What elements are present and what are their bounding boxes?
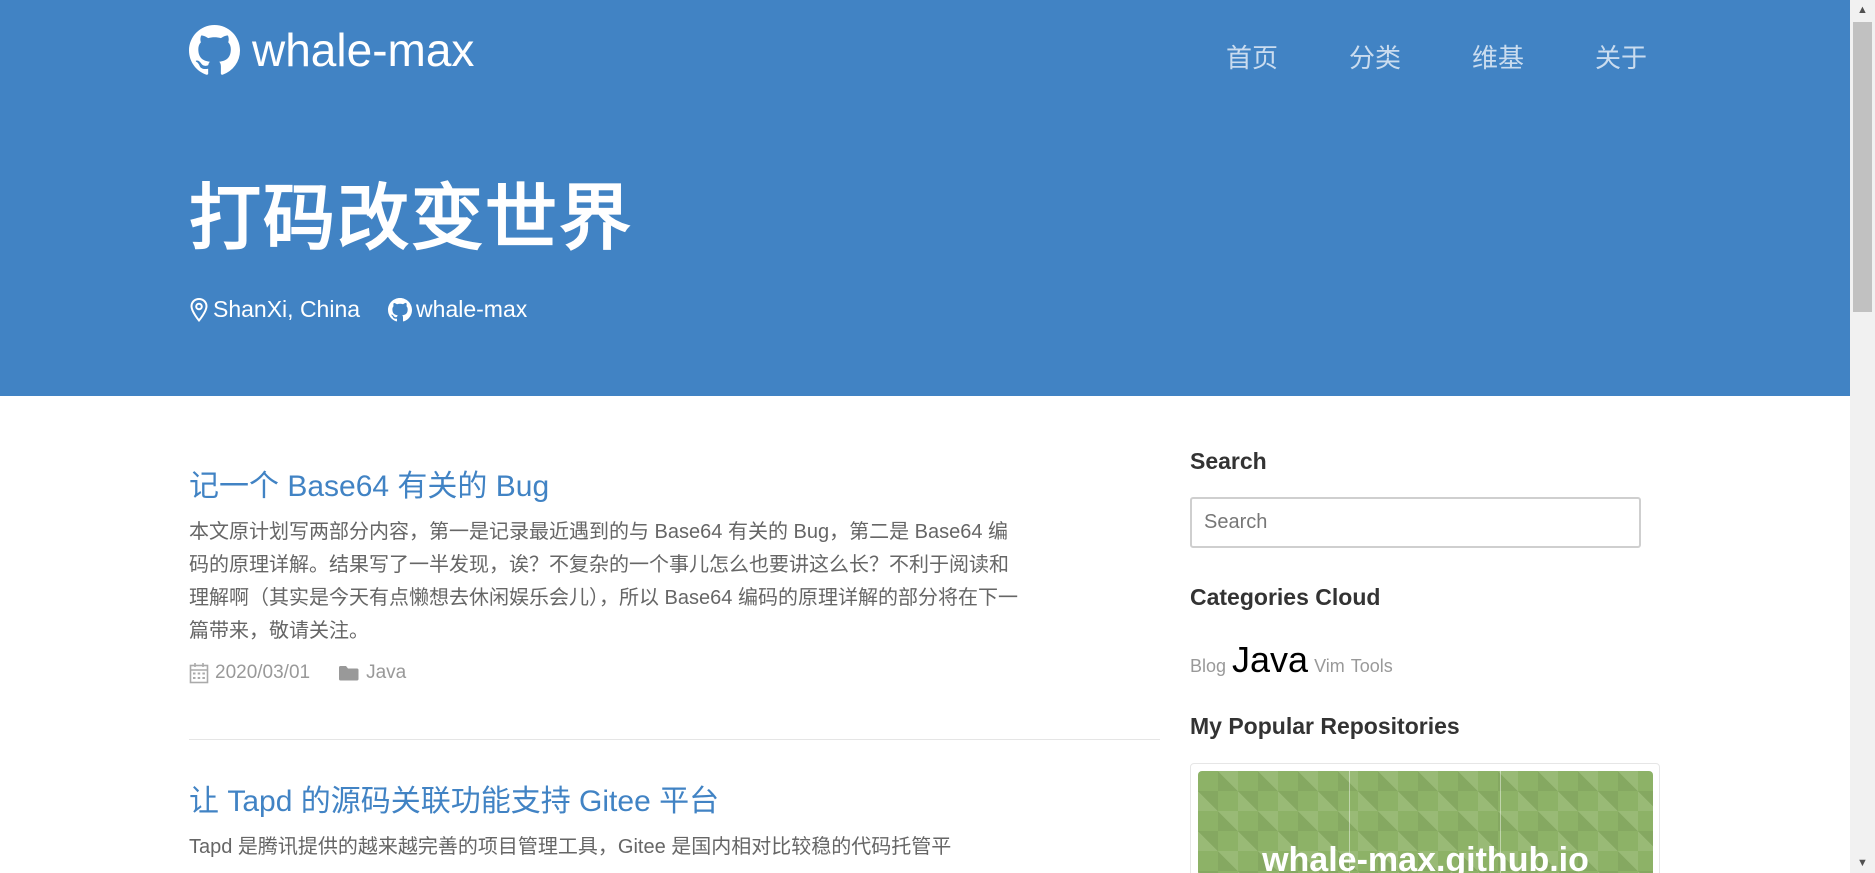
- profile-meta: ShanXi, China whale-max: [189, 296, 555, 323]
- brand-name: whale-max: [252, 24, 475, 76]
- scroll-thumb[interactable]: [1853, 22, 1872, 312]
- post-title-link[interactable]: 记一个 Base64 有关的 Bug: [189, 468, 1160, 506]
- categories-heading: Categories Cloud: [1190, 584, 1381, 610]
- nav-home[interactable]: 首页: [1226, 40, 1278, 76]
- categories-cloud: Blog Java Vim Tools: [1190, 639, 1399, 681]
- nav-categories[interactable]: 分类: [1349, 40, 1401, 76]
- calendar-icon: [189, 663, 209, 684]
- category-vim[interactable]: Vim: [1314, 656, 1345, 677]
- github-username: whale-max: [416, 296, 528, 322]
- category-blog[interactable]: Blog: [1190, 656, 1226, 677]
- site-header: whale-max 首页 分类 维基 关于 打码改变世界 ShanXi, Chi…: [0, 0, 1850, 396]
- repo-name: whale-max.github.io: [1262, 841, 1589, 873]
- github-icon: [388, 297, 413, 321]
- github-profile-link[interactable]: whale-max: [388, 296, 527, 323]
- post-excerpt: Tapd 是腾讯提供的越来越完善的项目管理工具，Gitee 是国内相对比较稳的代…: [189, 836, 952, 858]
- location-pin-icon: [190, 297, 208, 322]
- post-category-text: Java: [366, 662, 407, 683]
- github-logo-icon: [189, 24, 240, 75]
- category-tools[interactable]: Tools: [1351, 656, 1393, 677]
- main-nav: 首页 分类 维基 关于: [1155, 40, 1647, 76]
- scroll-down-icon[interactable]: ▼: [1850, 853, 1875, 873]
- location: ShanXi, China: [189, 296, 360, 323]
- brand-link[interactable]: whale-max: [189, 24, 474, 76]
- post-title-link[interactable]: 让 Tapd 的源码关联功能支持 Gitee 平台: [189, 783, 1160, 821]
- location-text: ShanXi, China: [213, 296, 361, 322]
- post-divider: [189, 739, 1160, 740]
- scroll-up-icon[interactable]: ▲: [1850, 0, 1875, 20]
- page-scrollbar[interactable]: ▲ ▼: [1850, 0, 1875, 873]
- post-date: 2020/03/01: [189, 662, 310, 684]
- post-meta: 2020/03/01 Java: [189, 662, 1160, 684]
- search-input[interactable]: [1190, 497, 1641, 548]
- category-java[interactable]: Java: [1232, 639, 1308, 681]
- repo-card[interactable]: whale-max.github.io: [1190, 763, 1660, 873]
- nav-about[interactable]: 关于: [1595, 40, 1647, 76]
- nav-wiki[interactable]: 维基: [1472, 40, 1524, 76]
- post-category-link[interactable]: Java: [338, 662, 406, 684]
- folder-icon: [339, 666, 359, 681]
- post-item: 记一个 Base64 有关的 Bug 本文原计划写两部分内容，第一是记录最近遇到…: [189, 468, 1160, 684]
- repo-thumbnail: whale-max.github.io: [1198, 771, 1653, 873]
- repos-heading: My Popular Repositories: [1190, 713, 1460, 739]
- post-date-text: 2020/03/01: [215, 662, 311, 683]
- hero-title: 打码改变世界: [189, 179, 634, 259]
- post-item: 让 Tapd 的源码关联功能支持 Gitee 平台 Tapd 是腾讯提供的越来越…: [189, 783, 1160, 864]
- post-excerpt: 本文原计划写两部分内容，第一是记录最近遇到的与 Base64 有关的 Bug，第…: [189, 521, 1018, 642]
- search-heading: Search: [1190, 448, 1267, 474]
